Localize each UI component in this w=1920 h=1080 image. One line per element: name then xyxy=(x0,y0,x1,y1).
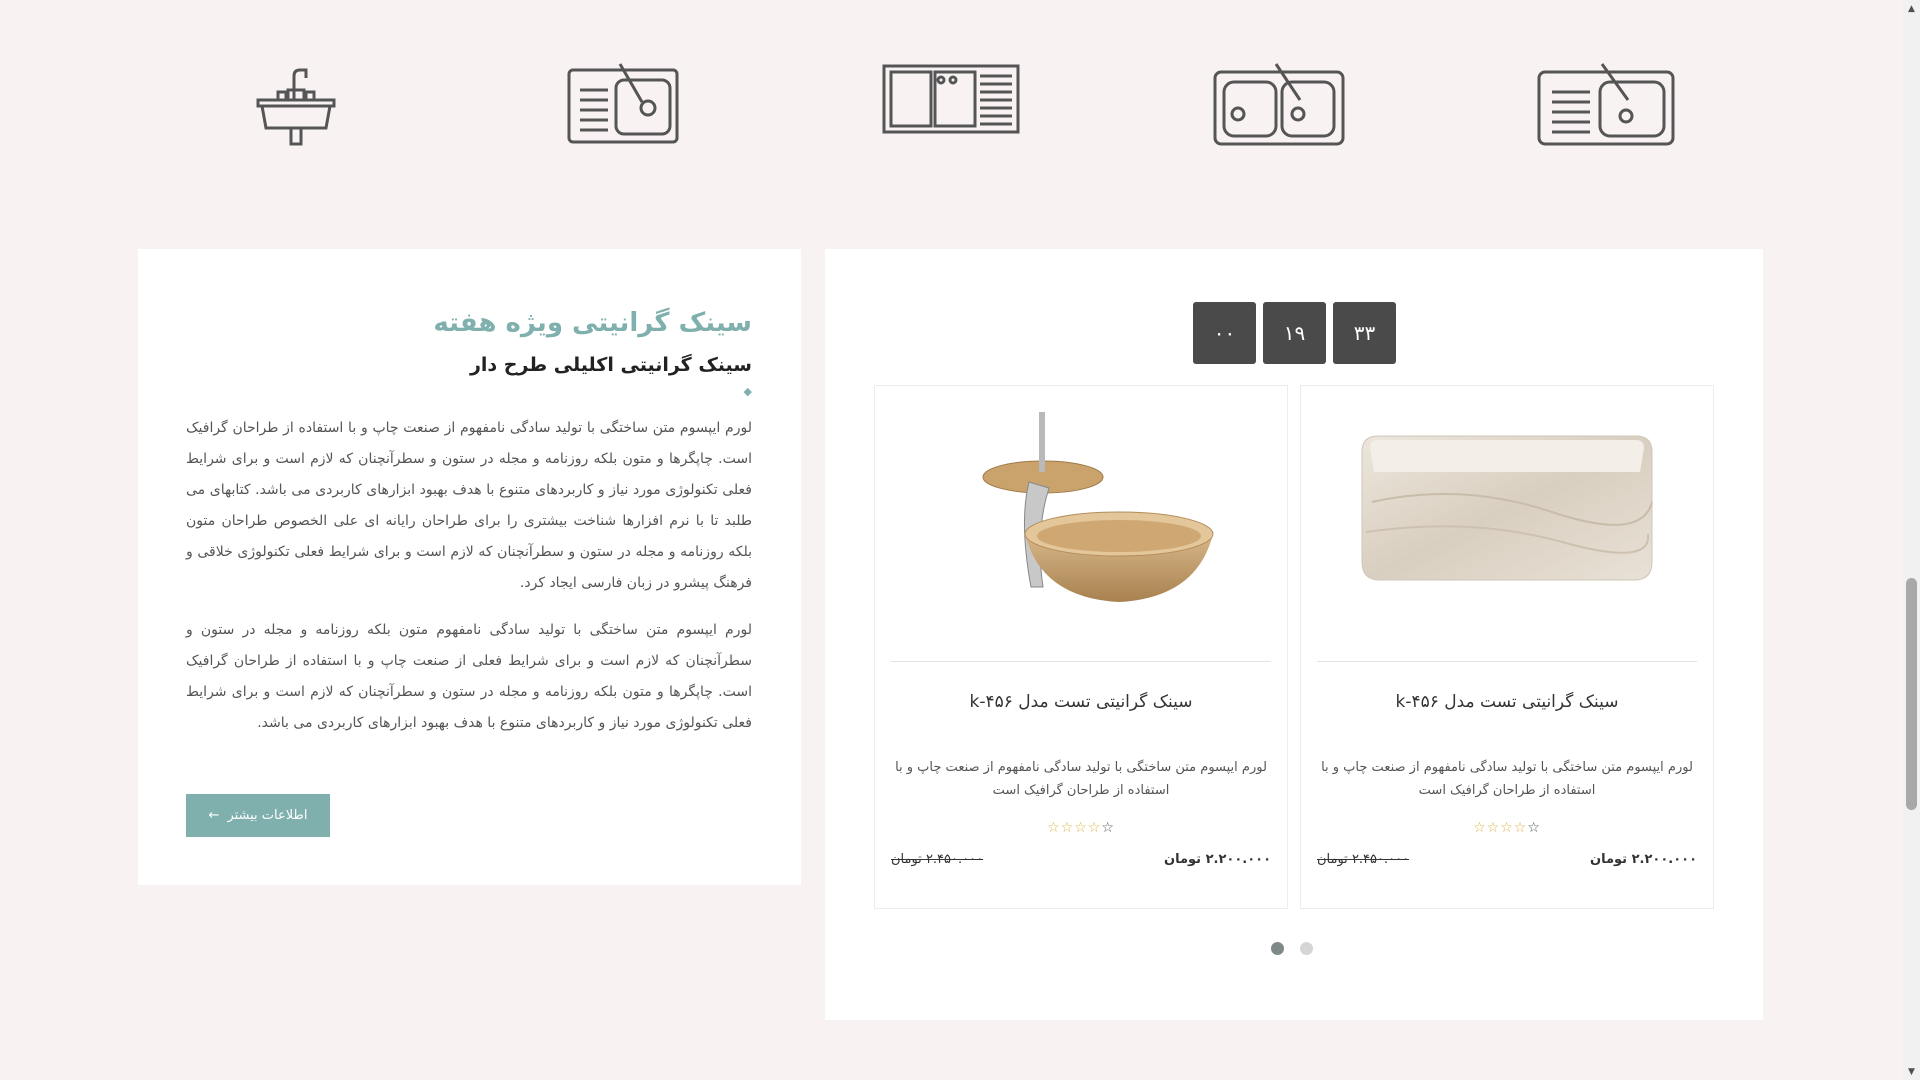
countdown-timer: ۰۰ ۱۹ ۳۳ xyxy=(1193,302,1396,364)
star-icon: ☆ xyxy=(1087,820,1102,836)
product-description: لورم ایپسوم متن ساختگی با تولید سادگی نا… xyxy=(895,760,1267,798)
product-image[interactable] xyxy=(891,402,1271,612)
card-divider xyxy=(891,661,1271,662)
star-icon: ☆ xyxy=(1473,820,1487,836)
product-old-price: ۲.۴۵۰.۰۰۰ تومان xyxy=(891,852,984,867)
category-icons-row xyxy=(0,60,1900,160)
star-icon: ☆ xyxy=(1060,820,1075,836)
product-title[interactable]: سینک گرانیتی تست مدل k-۴۵۶ xyxy=(875,692,1287,712)
countdown-hours: ۳۳ xyxy=(1333,302,1396,364)
product-title[interactable]: سینک گرانیتی تست مدل k-۴۵۶ xyxy=(1301,692,1713,712)
countdown-seconds: ۰۰ xyxy=(1193,302,1256,364)
sink-with-drainer-round-icon[interactable] xyxy=(1536,60,1676,146)
product-description: لورم ایپسوم متن ساختگی با تولید سادگی نا… xyxy=(1321,760,1693,798)
washbasin-icon[interactable] xyxy=(256,60,336,150)
weekly-special-subtitle: سینک گرانیتی اکلیلی طرح دار xyxy=(469,354,752,376)
card-divider xyxy=(1317,661,1697,662)
product-old-price: ۲.۴۵۰.۰۰۰ تومان xyxy=(1317,852,1410,867)
weekly-special-panel: سینک گرانیتی ویژه هفته سینک گرانیتی اکلی… xyxy=(138,249,801,885)
rating-stars: ☆☆☆☆☆ xyxy=(1301,820,1713,836)
pagination-dot[interactable] xyxy=(1271,942,1284,955)
rating-stars: ☆☆☆☆☆ xyxy=(875,820,1287,836)
page-scrollbar[interactable]: ▲ ▼ xyxy=(1903,0,1920,1080)
star-icon: ☆ xyxy=(1513,820,1528,836)
scroll-up-arrow-icon[interactable]: ▲ xyxy=(1903,0,1920,17)
divider-dot-icon: ◆ xyxy=(743,385,752,398)
star-icon: ☆ xyxy=(1101,820,1115,836)
star-icon: ☆ xyxy=(1486,820,1501,836)
arrow-left-icon: ← xyxy=(208,808,220,823)
countdown-minutes: ۱۹ xyxy=(1263,302,1326,364)
product-image[interactable] xyxy=(1317,402,1697,612)
weekly-special-title: سینک گرانیتی ویژه هفته xyxy=(433,308,752,338)
star-icon: ☆ xyxy=(1527,820,1541,836)
more-info-label: اطلاعات بیشتر xyxy=(227,808,308,823)
description-paragraph: لورم ایپسوم متن ساختگی با تولید سادگی نا… xyxy=(186,420,752,591)
carousel-pagination xyxy=(1271,942,1313,955)
more-info-button[interactable]: اطلاعات بیشتر ← xyxy=(186,794,330,837)
product-card[interactable]: سینک گرانیتی تست مدل k-۴۵۶ لورم ایپسوم م… xyxy=(874,385,1288,909)
star-icon: ☆ xyxy=(1500,820,1514,836)
star-icon: ☆ xyxy=(1074,820,1088,836)
sink-with-drainer-icon[interactable] xyxy=(566,60,680,144)
description-paragraph: لورم ایپسوم متن ساختگی با تولید سادگی نا… xyxy=(186,622,752,731)
product-price: ۲.۲۰۰.۰۰۰ تومان xyxy=(1589,852,1697,867)
product-card[interactable]: سینک گرانیتی تست مدل k-۴۵۶ لورم ایپسوم م… xyxy=(1300,385,1714,909)
double-bowl-sink-icon[interactable] xyxy=(1212,60,1346,146)
double-bowl-drainer-icon[interactable] xyxy=(882,60,1020,134)
scroll-down-arrow-icon[interactable]: ▼ xyxy=(1903,1063,1920,1080)
scrollbar-thumb[interactable] xyxy=(1906,578,1917,810)
star-icon: ☆ xyxy=(1047,820,1061,836)
product-carousel-panel: ۰۰ ۱۹ ۳۳ سینک گرانیتی تست مدل k-۴۵۶ لورم… xyxy=(825,249,1763,1020)
pagination-dot[interactable] xyxy=(1300,942,1313,955)
product-price: ۲.۲۰۰.۰۰۰ تومان xyxy=(1163,852,1271,867)
